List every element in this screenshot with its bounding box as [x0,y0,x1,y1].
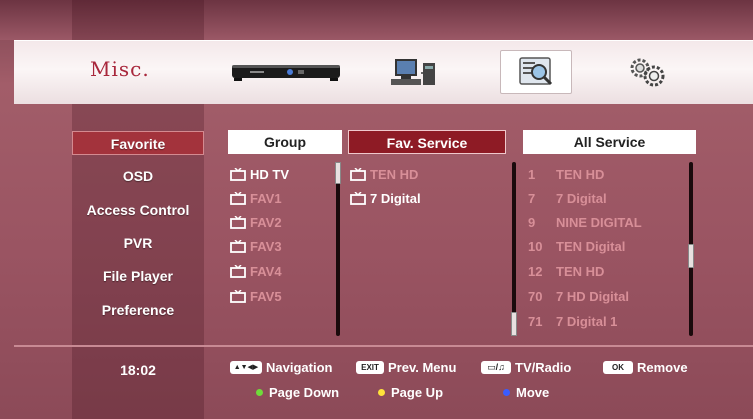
yellow-button-icon [378,389,385,396]
menu-item-file-player[interactable]: File Player [72,264,204,288]
all-service-item[interactable]: 1 TEN HD [528,164,604,184]
tv-icon [350,167,366,181]
hint-page-down-label: Page Down [269,385,340,400]
tv-icon [230,239,246,253]
fav-service-label: 7 Digital [370,190,421,206]
group-item[interactable]: FAV1 [230,188,282,208]
group-item-label: FAV3 [250,238,282,254]
tv-icon [230,167,246,181]
hint-navigation: ▲▼◀▶ Navigation [230,360,332,375]
group-item-label: FAV4 [250,263,282,279]
tv-radio-key-icon: ▭/♫ [481,361,511,374]
fav-service-label: TEN HD [370,166,419,182]
group-item[interactable]: FAV4 [230,261,282,281]
all-service-column-header[interactable]: All Service [523,130,696,154]
blue-button-icon [503,389,510,396]
tv-icon [230,215,246,229]
menu-item-osd[interactable]: OSD [72,164,204,188]
fav-service-column-header[interactable]: Fav. Service [348,130,506,154]
hint-move-label: Move [516,385,550,400]
service-name: 7 Digital 1 [556,313,618,329]
green-button-icon [256,389,263,396]
service-name: 7 Digital [556,190,607,206]
ok-key-icon: OK [603,361,633,374]
group-item[interactable]: FAV2 [230,212,282,232]
menu-item-pvr[interactable]: PVR [72,231,204,255]
group-item-label: FAV5 [250,288,282,304]
service-number: 12 [528,263,543,279]
service-name: TEN HD [556,166,605,182]
service-name: TEN Digital [556,238,626,254]
service-number: 7 [528,190,536,206]
tv-icon [230,289,246,303]
service-number: 1 [528,166,536,182]
hint-move: Move [503,385,549,400]
system-info-icon[interactable] [500,50,572,94]
menu-item-access-control[interactable]: Access Control [72,198,204,222]
hint-prev-menu-label: Prev. Menu [388,360,457,375]
hint-prev-menu: EXIT Prev. Menu [356,360,456,375]
hint-page-down: Page Down [256,385,339,400]
tv-icon [230,191,246,205]
exit-key-icon: EXIT [356,361,384,374]
service-number: 9 [528,214,536,230]
group-scrollbar[interactable] [336,162,340,336]
menu-item-favorite[interactable]: Favorite [72,131,204,155]
clock: 18:02 [120,362,156,378]
service-number: 10 [528,238,543,254]
service-name: 7 HD Digital [556,288,629,304]
tv-icon [350,191,366,205]
hint-navigation-label: Navigation [266,360,333,375]
hint-remove: OK Remove [603,360,688,375]
menu-item-preference[interactable]: Preference [72,298,204,322]
tv-icon [230,264,246,278]
fav-service-scrollbar-thumb[interactable] [511,312,517,336]
hint-page-up: Page Up [378,385,443,400]
fav-service-scrollbar[interactable] [512,162,516,336]
fav-service-item[interactable]: TEN HD [350,164,418,184]
hint-remove-label: Remove [637,360,688,375]
network-icon[interactable] [385,50,445,94]
all-service-scrollbar-thumb[interactable] [688,244,694,268]
all-service-item[interactable]: 12 TEN HD [528,261,604,281]
group-item-label: FAV1 [250,190,282,206]
group-item-label: HD TV [250,166,289,182]
hint-tv-radio-label: TV/Radio [515,360,572,375]
group-column-header[interactable]: Group [228,130,342,154]
receiver-icon[interactable] [228,50,344,94]
all-service-item[interactable]: 9 NINE DIGITAL [528,212,642,232]
all-service-item[interactable]: 71 7 Digital 1 [528,311,617,331]
hint-tv-radio: ▭/♫ TV/Radio [481,360,571,375]
group-item[interactable]: FAV3 [230,236,282,256]
service-number: 70 [528,288,543,304]
group-item[interactable]: HD TV [230,164,289,184]
all-service-item[interactable]: 70 7 HD Digital [528,286,629,306]
all-service-item[interactable]: 7 7 Digital [528,188,607,208]
hint-page-up-label: Page Up [391,385,444,400]
misc-settings-screen: Misc. Favorite OSD Access Control PVR Fi… [0,0,753,419]
fav-service-item[interactable]: 7 Digital [350,188,421,208]
service-name: TEN HD [556,263,605,279]
group-item[interactable]: FAV5 [230,286,282,306]
group-item-label: FAV2 [250,214,282,230]
group-scrollbar-thumb[interactable] [335,162,341,184]
service-number: 71 [528,313,543,329]
footer-divider [14,345,753,347]
arrow-keys-icon: ▲▼◀▶ [230,361,262,374]
page-title: Misc. [90,57,150,81]
settings-gear-icon[interactable] [616,50,678,94]
service-name: NINE DIGITAL [556,214,642,230]
all-service-item[interactable]: 10 TEN Digital [528,236,625,256]
